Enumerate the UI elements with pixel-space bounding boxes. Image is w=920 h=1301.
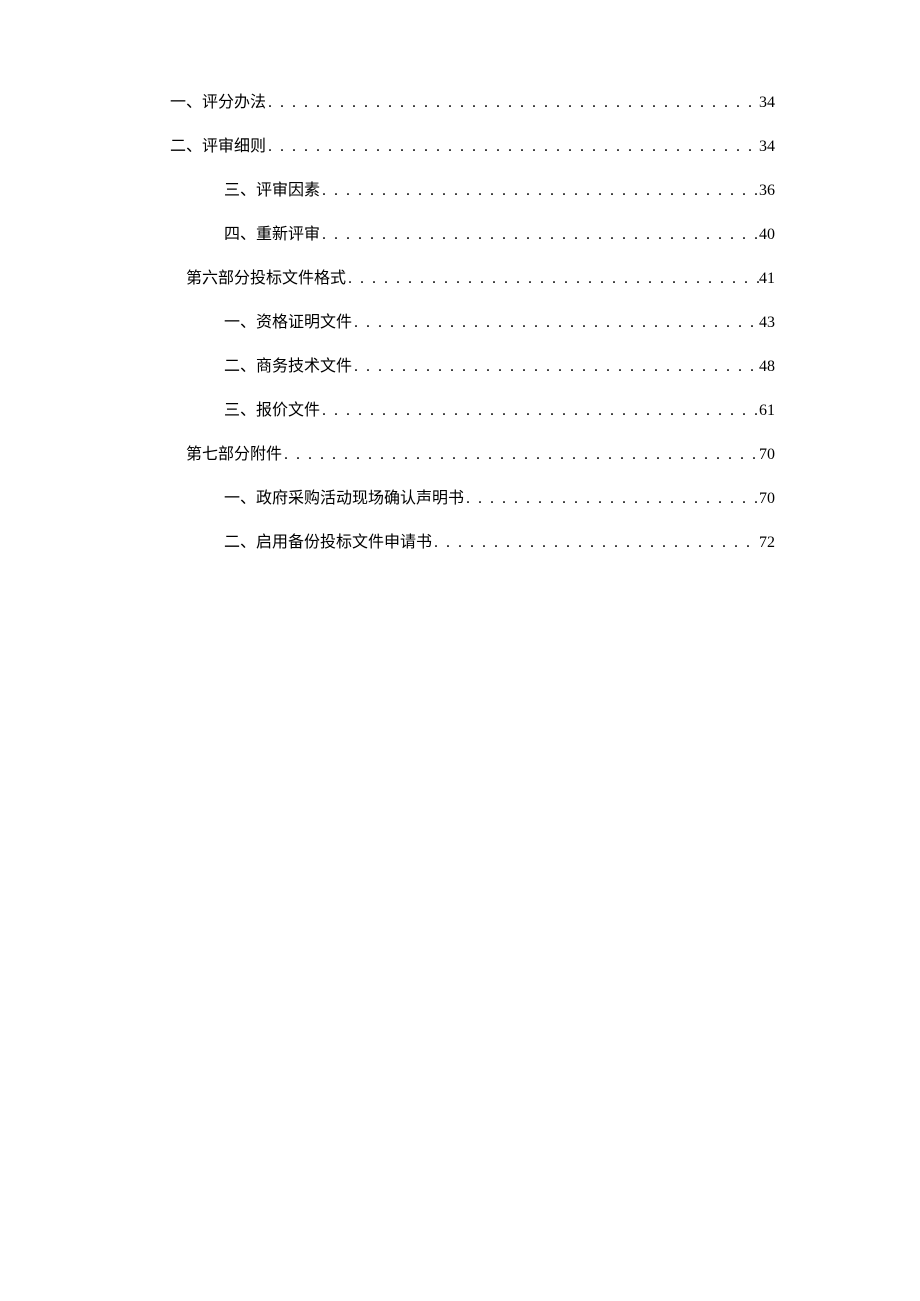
toc-entry-page: 48 xyxy=(759,358,775,376)
toc-leader-dots xyxy=(266,138,759,156)
toc-entry-title: 四、重新评审 xyxy=(224,220,320,244)
toc-leader-dots xyxy=(352,358,759,376)
toc-entry: 二、启用备份投标文件申请书 72 xyxy=(170,528,775,552)
toc-entry-title: 第七部分附件 xyxy=(186,440,282,464)
toc-entry: 第七部分附件 70 xyxy=(170,440,775,464)
toc-entry-title: 三、报价文件 xyxy=(224,396,320,420)
toc-entry: 一、资格证明文件 43 xyxy=(170,308,775,332)
table-of-contents: 一、评分办法 34 二、评审细则 34 三、评审因素 36 四、重新评审 40 第六部分投标文件… xyxy=(170,88,775,552)
toc-entry: 二、评审细则 34 xyxy=(170,132,775,156)
toc-entry-title: 一、资格证明文件 xyxy=(224,308,352,332)
toc-leader-dots xyxy=(282,446,759,464)
toc-entry: 一、政府采购活动现场确认声明书 70 xyxy=(170,484,775,508)
toc-entry-page: 70 xyxy=(759,446,775,464)
toc-entry-title: 二、商务技术文件 xyxy=(224,352,352,376)
toc-entry: 第六部分投标文件格式 41 xyxy=(170,264,775,288)
toc-entry: 一、评分办法 34 xyxy=(170,88,775,112)
toc-entry-page: 41 xyxy=(759,270,775,288)
toc-entry-page: 70 xyxy=(759,490,775,508)
toc-entry-page: 61 xyxy=(759,402,775,420)
toc-entry-title: 三、评审因素 xyxy=(224,176,320,200)
toc-entry: 三、评审因素 36 xyxy=(170,176,775,200)
toc-entry-title: 二、启用备份投标文件申请书 xyxy=(224,528,432,552)
toc-leader-dots xyxy=(266,94,759,112)
toc-entry-page: 40 xyxy=(759,226,775,244)
toc-entry-title: 一、评分办法 xyxy=(170,88,266,112)
toc-entry-title: 第六部分投标文件格式 xyxy=(186,264,346,288)
toc-entry-page: 36 xyxy=(759,182,775,200)
toc-leader-dots xyxy=(464,490,759,508)
toc-entry-page: 72 xyxy=(759,534,775,552)
toc-leader-dots xyxy=(352,314,759,332)
toc-entry: 二、商务技术文件 48 xyxy=(170,352,775,376)
toc-leader-dots xyxy=(432,534,759,552)
toc-leader-dots xyxy=(320,182,759,200)
toc-leader-dots xyxy=(346,270,759,288)
toc-leader-dots xyxy=(320,402,759,420)
toc-entry-title: 一、政府采购活动现场确认声明书 xyxy=(224,484,464,508)
toc-entry: 三、报价文件 61 xyxy=(170,396,775,420)
toc-entry: 四、重新评审 40 xyxy=(170,220,775,244)
toc-entry-title: 二、评审细则 xyxy=(170,132,266,156)
toc-entry-page: 34 xyxy=(759,138,775,156)
toc-entry-page: 34 xyxy=(759,94,775,112)
toc-leader-dots xyxy=(320,226,759,244)
toc-entry-page: 43 xyxy=(759,314,775,332)
